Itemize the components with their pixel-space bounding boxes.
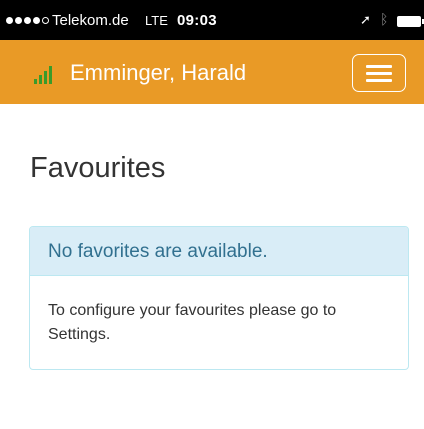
battery-icon bbox=[397, 16, 424, 27]
panel-body: To configure your favourites please go t… bbox=[48, 302, 337, 343]
info-panel: No favorites are available. To configure… bbox=[29, 226, 409, 370]
location-arrow-icon: ➚ bbox=[360, 12, 371, 27]
user-name[interactable]: Emminger, Harald bbox=[70, 60, 246, 86]
panel-heading: No favorites are available. bbox=[30, 227, 408, 276]
menu-button[interactable] bbox=[352, 54, 406, 92]
app-header: Emminger, Harald bbox=[0, 40, 424, 104]
status-time: 09:03 bbox=[177, 12, 217, 29]
bluetooth-icon: ᛒ bbox=[380, 11, 389, 27]
status-bar: Telekom.de LTE 09:03 ➚ ᛒ bbox=[0, 0, 424, 40]
signal-bars-logo-icon bbox=[34, 66, 52, 84]
carrier-name: Telekom.de bbox=[52, 12, 129, 29]
app-screen: Telekom.de LTE 09:03 ➚ ᛒ Emminger, Haral… bbox=[0, 0, 424, 429]
hamburger-menu-icon bbox=[366, 65, 392, 68]
network-type: LTE bbox=[145, 13, 168, 28]
page-title: Favourites bbox=[30, 152, 166, 184]
cell-signal-icon bbox=[6, 17, 49, 24]
